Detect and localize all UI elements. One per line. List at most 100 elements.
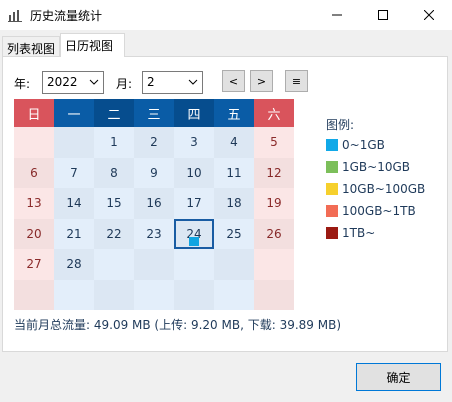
chevron-down-icon <box>89 79 99 85</box>
day-number: 10 <box>186 165 202 180</box>
next-month-button[interactable]: > <box>250 70 273 92</box>
tab-calendar-view[interactable]: 日历视图 <box>60 33 125 57</box>
calendar-day-27[interactable]: 27 <box>14 249 54 280</box>
calendar-day-17[interactable]: 17 <box>174 188 214 219</box>
minimize-icon <box>332 14 342 16</box>
calendar-empty-cell <box>134 279 174 310</box>
prev-month-button[interactable]: < <box>222 70 245 92</box>
day-number: 5 <box>270 135 278 150</box>
legend-swatch <box>326 227 338 239</box>
legend-title: 图例: <box>326 118 355 132</box>
day-number: 20 <box>26 226 42 241</box>
calendar-empty-cell <box>14 127 54 158</box>
calendar-empty-cell <box>54 279 94 310</box>
calendar-empty-cell <box>54 127 94 158</box>
day-number: 28 <box>66 257 82 272</box>
close-icon <box>424 10 434 20</box>
calendar-day-19[interactable]: 19 <box>254 188 294 219</box>
day-number: 2 <box>150 135 158 150</box>
calendar-day-6[interactable]: 6 <box>14 157 54 188</box>
calendar-week-row <box>14 279 295 310</box>
month-label: 月: <box>116 77 133 91</box>
calendar-day-12[interactable]: 12 <box>254 157 294 188</box>
weekday-sun: 日 <box>14 99 54 127</box>
calendar-day-28[interactable]: 28 <box>54 249 94 280</box>
close-button[interactable] <box>406 0 452 30</box>
weekday-sat: 六 <box>254 99 294 127</box>
calendar-day-3[interactable]: 3 <box>174 127 214 158</box>
calendar-empty-cell <box>134 249 174 280</box>
day-number: 9 <box>150 165 158 180</box>
calendar-day-9[interactable]: 9 <box>134 157 174 188</box>
legend-item: 0~1GB <box>326 138 385 152</box>
year-select[interactable]: 2022 <box>42 71 104 94</box>
day-number: 7 <box>70 165 78 180</box>
calendar-day-10[interactable]: 10 <box>174 157 214 188</box>
day-number: 8 <box>110 165 118 180</box>
calendar-empty-cell <box>214 279 254 310</box>
calendar-week-row: 1 2 3 4 5 <box>14 127 295 158</box>
calendar-body: 1 2 3 4 5 6 7 8 9 10 11 12 13 14 15 16 17 18 19 20 21 22 23 24 2… <box>14 127 295 310</box>
calendar-day-5[interactable]: 5 <box>254 127 294 158</box>
day-number: 21 <box>66 226 82 241</box>
calendar-day-13[interactable]: 13 <box>14 188 54 219</box>
calendar-day-23[interactable]: 23 <box>134 218 174 249</box>
calendar-day-18[interactable]: 18 <box>214 188 254 219</box>
calendar-day-24[interactable]: 24 <box>174 218 214 249</box>
calendar-empty-cell <box>14 279 54 310</box>
traffic-indicator <box>189 237 199 246</box>
calendar-empty-cell <box>174 279 214 310</box>
day-number: 14 <box>66 196 82 211</box>
day-number: 3 <box>190 135 198 150</box>
year-value: 2022 <box>47 75 78 89</box>
calendar-week-row: 20 21 22 23 24 25 26 <box>14 218 295 249</box>
day-number: 13 <box>26 196 42 211</box>
calendar-week-row: 13 14 15 16 17 18 19 <box>14 188 295 219</box>
calendar-day-4[interactable]: 4 <box>214 127 254 158</box>
calendar-day-14[interactable]: 14 <box>54 188 94 219</box>
ok-button[interactable]: 确定 <box>356 363 441 391</box>
day-number: 18 <box>226 196 242 211</box>
day-number: 4 <box>230 135 238 150</box>
calendar-day-11[interactable]: 11 <box>214 157 254 188</box>
menu-button[interactable]: ≡ <box>285 70 308 92</box>
month-select[interactable]: 2 <box>142 71 203 94</box>
calendar-empty-cell <box>94 279 134 310</box>
minimize-button[interactable] <box>314 0 360 30</box>
calendar-day-25[interactable]: 25 <box>214 218 254 249</box>
calendar-empty-cell <box>254 279 294 310</box>
calendar-day-26[interactable]: 26 <box>254 218 294 249</box>
legend-item: 100GB~1TB <box>326 204 416 218</box>
legend-swatch <box>326 161 338 173</box>
legend-label: 10GB~100GB <box>342 182 426 196</box>
calendar-empty-cell <box>94 249 134 280</box>
calendar-empty-cell <box>174 249 214 280</box>
day-number: 17 <box>186 196 202 211</box>
calendar-day-2[interactable]: 2 <box>134 127 174 158</box>
calendar-day-8[interactable]: 8 <box>94 157 134 188</box>
day-number: 19 <box>266 196 282 211</box>
maximize-button[interactable] <box>360 0 406 30</box>
tab-list-view[interactable]: 列表视图 <box>2 36 60 57</box>
legend-item: 10GB~100GB <box>326 182 425 196</box>
calendar-week-row: 27 28 <box>14 249 295 280</box>
calendar-day-21[interactable]: 21 <box>54 218 94 249</box>
calendar-day-1[interactable]: 1 <box>94 127 134 158</box>
calendar-day-16[interactable]: 16 <box>134 188 174 219</box>
calendar-day-7[interactable]: 7 <box>54 157 94 188</box>
calendar-day-15[interactable]: 15 <box>94 188 134 219</box>
day-number: 6 <box>30 165 38 180</box>
year-label: 年: <box>14 77 31 91</box>
calendar-day-22[interactable]: 22 <box>94 218 134 249</box>
day-number: 25 <box>226 226 242 241</box>
legend-label: 0~1GB <box>342 138 385 152</box>
calendar-day-20[interactable]: 20 <box>14 218 54 249</box>
weekday-tue: 二 <box>94 99 134 127</box>
tab-strip: 列表视图 日历视图 <box>0 30 452 57</box>
legend-swatch <box>326 183 338 195</box>
maximize-icon <box>378 10 388 20</box>
weekday-thu: 四 <box>174 99 214 127</box>
day-number: 23 <box>146 226 162 241</box>
calendar-empty-cell <box>214 249 254 280</box>
window-title: 历史流量统计 <box>30 9 103 23</box>
